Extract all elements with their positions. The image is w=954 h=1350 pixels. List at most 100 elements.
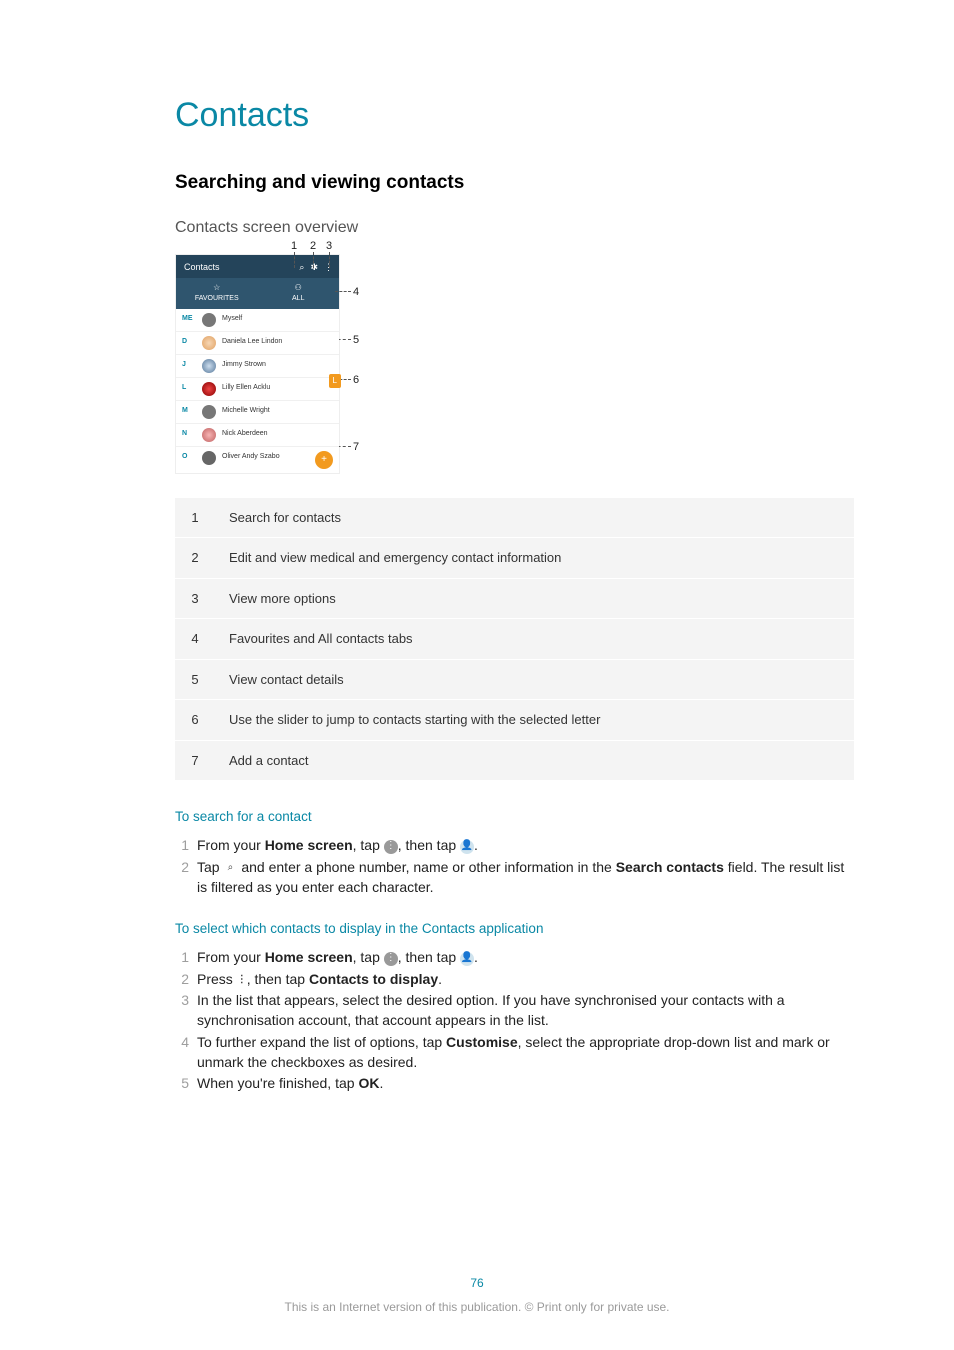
step-text-bold: OK [358,1075,379,1091]
list-item[interactable]: M Michelle Wright [176,401,339,424]
legend-num: 5 [175,659,217,700]
legend-num: 1 [175,498,217,538]
index-label: O [182,452,196,463]
list-item[interactable]: N Nick Aberdeen [176,424,339,447]
step: To further expand the list of options, t… [175,1032,854,1073]
avatar [202,451,216,465]
legend-text: Edit and view medical and emergency cont… [217,538,854,579]
add-contact-fab[interactable]: + [315,451,333,469]
contact-name: Michelle Wright [222,406,333,417]
legend-num: 4 [175,619,217,660]
avatar [202,382,216,396]
step-text-bold: Contacts to display [309,971,438,987]
table-row: 1Search for contacts [175,498,854,538]
page-number: 76 [0,1274,954,1292]
callout-6: 6 [353,372,359,389]
contact-name: Jimmy Strown [222,360,333,371]
steps-list: From your Home screen, tap ⋮⋮⋮, then tap… [175,947,854,1093]
table-row: 2Edit and view medical and emergency con… [175,538,854,579]
task-title: To search for a contact [175,807,854,827]
step-text: , then tap [398,837,460,853]
tab-favourites[interactable]: ☆ FAVOURITES [176,278,258,309]
avatar [202,428,216,442]
overflow-icon: ⋮ [237,973,247,987]
list-item[interactable]: ME Myself [176,309,339,332]
step-text-bold: Home screen [265,949,353,965]
step-text-bold: Customise [446,1034,518,1050]
step: In the list that appears, select the des… [175,990,854,1031]
step: From your Home screen, tap ⋮⋮⋮, then tap… [175,835,854,855]
callout-5: 5 [353,332,359,349]
step-text: From your [197,837,265,853]
plus-icon: + [321,452,327,467]
callout-3: 3 [326,238,332,255]
screenshot-figure: 1 2 3 4 5 6 7 Contacts ⌕ ✱ [175,254,340,474]
step-text: and enter a phone number, name or other … [237,859,615,875]
callout-2: 2 [310,238,316,255]
apps-icon: ⋮⋮⋮ [384,952,398,966]
list-item[interactable]: J Jimmy Strown [176,355,339,378]
index-label: J [182,360,196,371]
legend-num: 3 [175,578,217,619]
table-row: 6Use the slider to jump to contacts star… [175,700,854,741]
step-text: . [474,837,478,853]
list-item[interactable]: D Daniela Lee Lindon [176,332,339,355]
search-icon[interactable]: ⌕ [299,263,304,272]
avatar [202,405,216,419]
section-heading: Searching and viewing contacts [175,169,854,198]
avatar [202,359,216,373]
step-text: , then tap [398,949,460,965]
page-title: Contacts [175,90,854,141]
legend-text: Use the slider to jump to contacts start… [217,700,854,741]
favourites-tab-label: FAVOURITES [195,295,239,302]
contacts-app-icon: 👤 [460,840,474,854]
legend-num: 7 [175,740,217,781]
callout-4: 4 [353,284,359,301]
index-label: N [182,429,196,440]
star-icon[interactable]: ✱ [310,263,318,272]
index-label: D [182,337,196,348]
legend-text: Favourites and All contacts tabs [217,619,854,660]
all-tab-icon: ⚇ [260,282,338,294]
index-label: ME [182,314,196,325]
step: Tap ⌕ and enter a phone number, name or … [175,857,854,898]
step-text: From your [197,949,265,965]
step-text: . [474,949,478,965]
contact-name: Nick Aberdeen [222,429,333,440]
overflow-icon[interactable]: ⋮ [324,263,333,272]
app-title: Contacts [184,261,220,275]
list-item[interactable]: L Lilly Ellen Acklu L [176,378,339,401]
steps-list: From your Home screen, tap ⋮⋮⋮, then tap… [175,835,854,897]
apps-icon: ⋮⋮⋮ [384,840,398,854]
index-slider-chip[interactable]: L [329,374,341,388]
step-text: To further expand the list of options, t… [197,1034,446,1050]
tab-all[interactable]: ⚇ ALL [258,278,340,309]
page-footer: 76 This is an Internet version of this p… [0,1274,954,1316]
legend-num: 6 [175,700,217,741]
index-label: L [182,383,196,394]
callout-7: 7 [353,439,359,456]
step: From your Home screen, tap ⋮⋮⋮, then tap… [175,947,854,967]
index-label: M [182,406,196,417]
step-text-bold: Search contacts [616,859,724,875]
avatar [202,313,216,327]
table-row: 4Favourites and All contacts tabs [175,619,854,660]
table-row: 5View contact details [175,659,854,700]
legend-text: View contact details [217,659,854,700]
all-tab-label: ALL [292,295,304,302]
callout-1: 1 [291,238,297,255]
step: Press ⋮, then tap Contacts to display. [175,969,854,989]
favourites-tab-icon: ☆ [178,282,256,294]
step-text: . [379,1075,383,1091]
contact-name: Myself [222,314,333,325]
contact-name: Lilly Ellen Acklu [222,383,333,394]
step-text: In the list that appears, select the des… [197,992,785,1028]
step-text: , then tap [247,971,309,987]
task-title: To select which contacts to display in t… [175,919,854,939]
legend-text: Add a contact [217,740,854,781]
step-text: Tap [197,859,223,875]
contact-name: Daniela Lee Lindon [222,337,333,348]
legend-text: Search for contacts [217,498,854,538]
contacts-app-icon: 👤 [460,952,474,966]
contacts-app-mock: Contacts ⌕ ✱ ⋮ ☆ FAVOURITES ⚇ ALL [175,254,340,474]
